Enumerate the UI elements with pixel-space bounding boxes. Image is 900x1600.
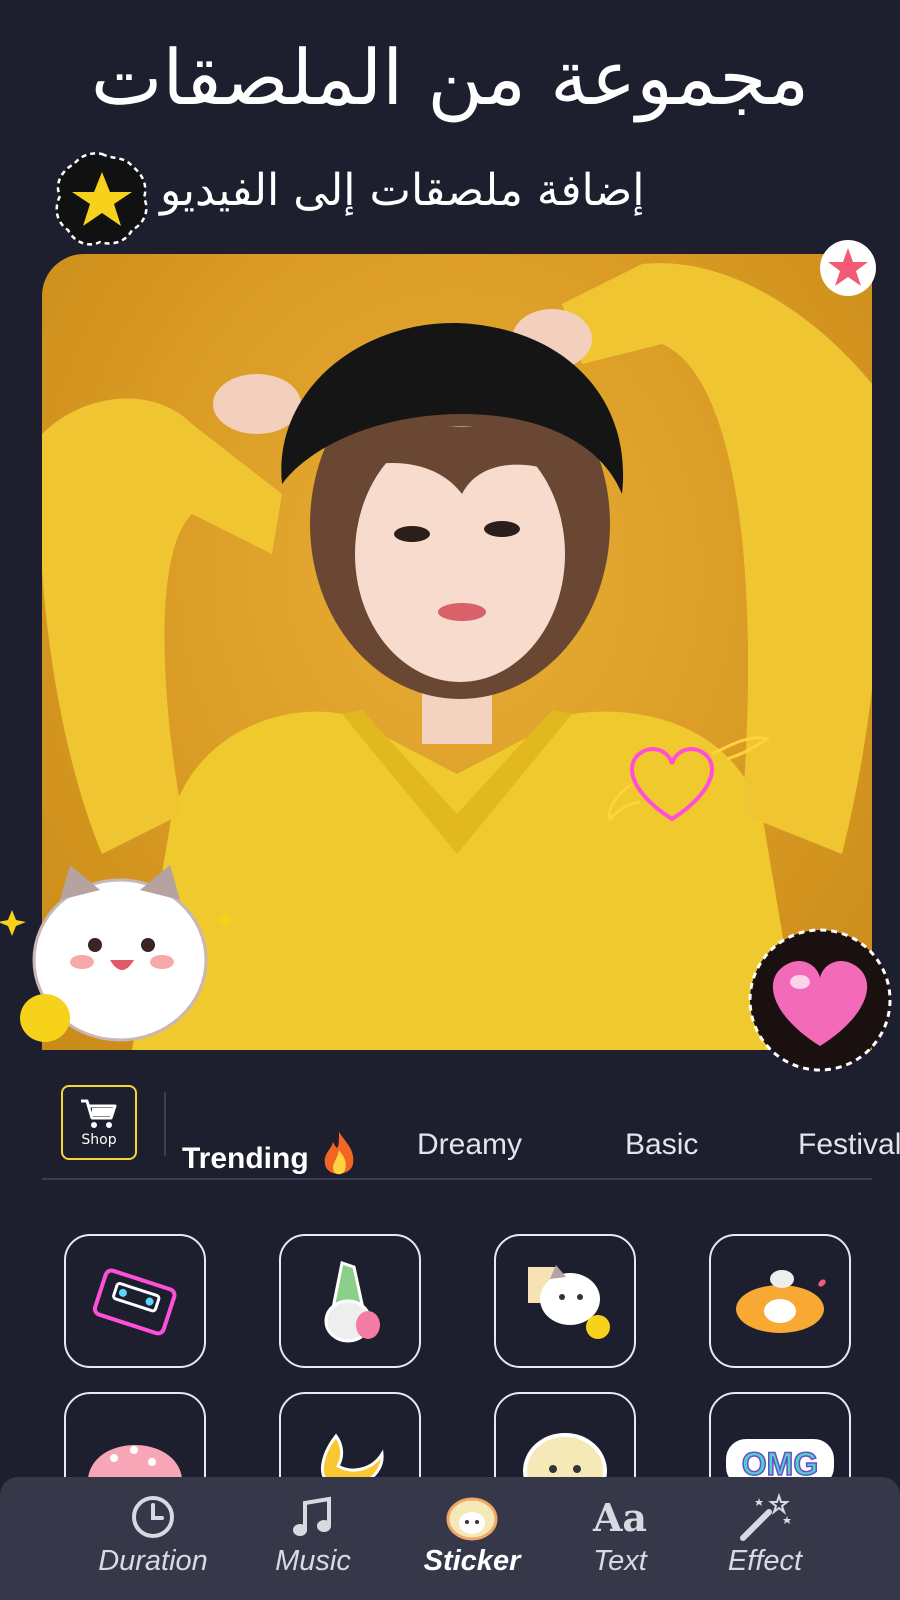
lying-cat-sticker bbox=[736, 1270, 826, 1333]
shop-button[interactable]: Shop bbox=[61, 1085, 137, 1160]
shop-label: Shop bbox=[81, 1131, 117, 1148]
nav-duration-label: Duration bbox=[98, 1545, 208, 1577]
nav-text-label: Text bbox=[593, 1545, 647, 1577]
promo-subtitle: إضافة ملصقات إلى الفيديو bbox=[160, 165, 645, 216]
sticker-cell[interactable] bbox=[494, 1234, 636, 1368]
sticker-cell[interactable] bbox=[279, 1234, 421, 1368]
nav-effect-label: Effect bbox=[727, 1545, 803, 1577]
cat-with-flag-sticker bbox=[528, 1265, 610, 1339]
category-divider bbox=[164, 1092, 166, 1156]
sticker-cell[interactable] bbox=[709, 1234, 851, 1368]
cute-cat-sticker[interactable] bbox=[0, 850, 240, 1060]
sticker-icon bbox=[446, 1497, 498, 1541]
nav-music-label: Music bbox=[275, 1545, 351, 1577]
fire-icon bbox=[324, 1132, 354, 1175]
pink-star-sticker[interactable] bbox=[816, 236, 880, 300]
star-badge-icon bbox=[55, 152, 148, 246]
nav-duration[interactable]: Duration bbox=[88, 1477, 218, 1600]
nav-text[interactable]: Aa Text bbox=[580, 1477, 660, 1600]
music-note-icon bbox=[293, 1496, 331, 1536]
nav-sticker-label: Sticker bbox=[423, 1545, 521, 1577]
shopping-cart-icon bbox=[81, 1099, 117, 1128]
nav-music[interactable]: Music bbox=[258, 1477, 368, 1600]
category-underline bbox=[42, 1178, 872, 1180]
bottom-nav: Duration Music Sticker Aa Text Effect bbox=[0, 1477, 900, 1600]
tab-dreamy[interactable]: Dreamy bbox=[417, 1128, 522, 1162]
promo-title: مجموعة من الملصقات bbox=[90, 33, 810, 122]
gnome-bunny-sticker bbox=[324, 1261, 380, 1343]
neon-cassette-sticker bbox=[92, 1268, 177, 1336]
text-aa-icon: Aa bbox=[592, 1494, 648, 1540]
clock-icon bbox=[132, 1496, 174, 1538]
nav-effect[interactable]: Effect bbox=[710, 1477, 820, 1600]
nav-sticker[interactable]: Sticker bbox=[412, 1477, 532, 1600]
tab-basic[interactable]: Basic bbox=[625, 1128, 698, 1162]
magic-wand-icon bbox=[740, 1492, 791, 1541]
neon-heart-sticker[interactable] bbox=[602, 724, 772, 844]
tab-festival[interactable]: Festival bbox=[798, 1128, 900, 1162]
pink-heart-sticker[interactable] bbox=[742, 926, 900, 1074]
sticker-cell[interactable] bbox=[64, 1234, 206, 1368]
tab-trending[interactable]: Trending bbox=[182, 1128, 359, 1182]
